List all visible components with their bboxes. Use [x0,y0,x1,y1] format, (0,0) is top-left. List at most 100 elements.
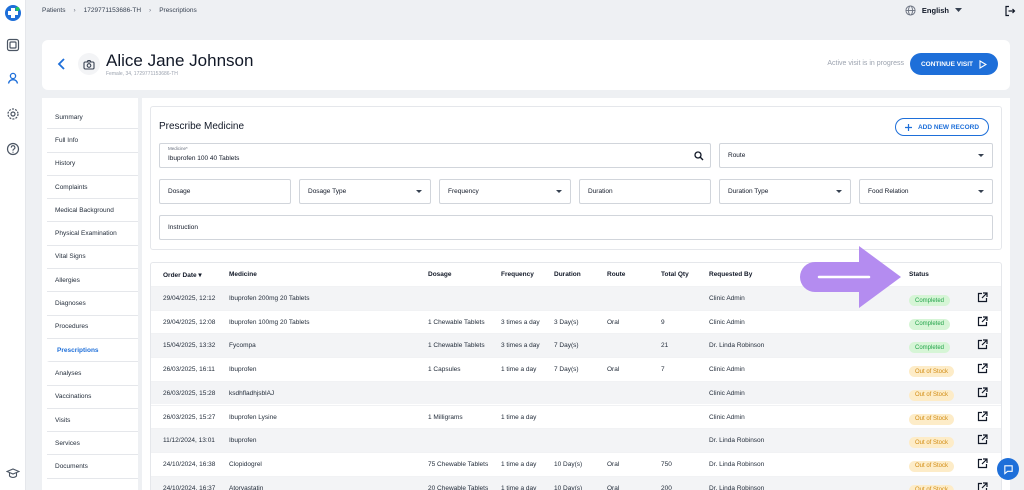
chevron-down-icon [978,154,984,157]
patient-name: Alice Jane Johnson [106,51,254,70]
cell-date: 26/03/2025, 15:27 [163,413,216,421]
table-row[interactable]: 29/04/2025, 12:08 Ibuprofen 100mg 20 Tabl… [151,309,1001,334]
sidebar-item-allergies[interactable]: Allergies [47,269,138,293]
table-row[interactable]: 11/12/2024, 13:01 Ibuprofen Dr. Linda Robi… [151,428,1001,452]
open-external-icon[interactable] [977,481,988,490]
play-icon [979,59,987,69]
table-row[interactable]: 26/03/2025, 15:28 ksdhfladhjsblAJ Clinic A… [151,380,1001,405]
open-external-icon[interactable] [977,410,988,422]
breadcrumb-patient-id[interactable]: 1729771153686-TH [84,7,141,14]
chat-button[interactable] [997,458,1019,480]
open-external-icon[interactable] [977,292,988,303]
status-badge: Out of Stock [909,460,955,472]
route-select[interactable]: Route [719,143,993,168]
instruction-field[interactable]: Instruction [159,215,993,240]
sidebar-item-analyses[interactable]: Analyses [47,362,138,386]
header-total-qty: Total Qty [661,271,689,278]
sidebar-item-diagnoses[interactable]: Diagnoses [47,292,138,316]
app-logo-icon[interactable] [4,4,22,22]
help-icon[interactable] [6,142,20,156]
breadcrumb-patients[interactable]: Patients [42,7,66,14]
sidebar-item-full-info[interactable]: Full Info [47,129,138,153]
open-external-icon[interactable] [977,339,988,350]
duration-placeholder: Duration [588,188,613,195]
settings-icon[interactable] [6,107,20,121]
cell-by: Dr. Linda Robinson [709,460,765,468]
add-new-record-button[interactable]: ADD NEW RECORD [895,118,989,136]
dashboard-icon[interactable] [6,38,20,52]
cell-frequency: 3 times a day [501,318,540,326]
cell-by: Dr. Linda Robinson [709,484,765,490]
status-badge: Completed [909,318,951,330]
continue-visit-button[interactable]: CONTINUE VISIT [910,53,998,75]
cell-date: 11/12/2024, 13:01 [163,437,215,445]
duration-field[interactable]: Duration [579,179,711,204]
cell-medicine: Ibuprofen Lysine [229,413,277,421]
dosage-field[interactable]: Dosage [159,179,291,204]
sidebar-item-documents[interactable]: Documents [47,455,138,479]
back-arrow-icon[interactable] [56,57,68,71]
table-row[interactable]: 15/04/2025, 13:32 Fycompa 1 Chewable Table… [151,333,1001,358]
duration-type-select[interactable]: Duration Type [719,179,851,204]
open-external-icon[interactable] [977,363,988,374]
frequency-select[interactable]: Frequency [439,179,571,204]
plus-icon [904,123,912,131]
open-external-icon[interactable] [977,316,988,327]
graduation-cap-icon[interactable] [6,466,20,480]
patient-subtitle: Female, 34, 1729771153686-TH [106,71,178,77]
chat-icon [1003,464,1013,475]
cell-route: Oral [607,460,620,468]
patients-icon[interactable] [6,71,20,85]
sidebar-item-history[interactable]: History [47,153,138,176]
left-rail [0,0,26,490]
route-placeholder: Route [728,152,746,159]
sidebar-item-prescriptions[interactable]: Prescriptions [47,338,138,363]
cell-route: Oral [607,318,620,326]
header-order-date-label: Order Date [163,272,197,279]
sidebar-item-complaints[interactable]: Complaints [47,176,138,200]
sidebar-item-services[interactable]: Services [47,432,138,456]
table-row[interactable]: 24/10/2024, 16:38 Clopidogrel 75 Chewable … [151,451,1001,476]
cell-medicine: ksdhfladhjsblAJ [229,389,275,397]
search-icon[interactable] [694,151,704,161]
status-badge: Out of Stock [909,413,955,425]
sidebar-item-vital-signs[interactable]: Vital Signs [47,246,138,270]
cell-by: Clinic Admin [709,318,745,326]
logout-icon[interactable] [1004,5,1016,17]
header-order-date[interactable]: Order Date ▾ [163,271,202,279]
cell-route: Oral [607,484,620,490]
open-external-icon[interactable] [977,434,988,445]
cell-frequency: 1 time a day [501,460,537,468]
open-external-icon[interactable] [977,387,988,398]
cell-duration: 7 Day(s) [554,366,579,374]
cell-duration: 7 Day(s) [554,342,579,350]
medicine-field[interactable]: Medicine* Ibuprofen 100 40 Tablets [159,143,711,168]
sidebar-item-visits[interactable]: Visits [47,409,138,433]
header-duration: Duration [554,271,581,278]
status-badge: Out of Stock [909,389,955,401]
continue-visit-label: CONTINUE VISIT [920,60,973,68]
food-relation-select[interactable]: Food Relation [859,179,993,204]
sidebar-item-summary[interactable]: Summary [47,106,138,130]
cell-qty: 21 [661,342,669,350]
table-row[interactable]: 24/10/2024, 16:37 Atorvastatin 20 Chewable… [151,475,1001,490]
globe-icon [905,5,916,16]
cell-medicine: Ibuprofen [229,437,257,445]
breadcrumb-current: Prescriptions [159,7,197,14]
sidebar-item-vaccinations[interactable]: Vaccinations [47,386,138,409]
open-external-icon[interactable] [977,458,988,469]
cell-duration: 10 Day(s) [554,484,583,490]
table-row[interactable]: 26/03/2025, 16:11 Ibuprofen 1 Capsules 1 ti… [151,357,1001,381]
table-row[interactable]: 26/03/2025, 15:27 Ibuprofen Lysine 1 Milli… [151,404,1001,429]
dosage-type-select[interactable]: Dosage Type [299,179,431,204]
sidebar-item-procedures[interactable]: Procedures [47,316,138,339]
cell-by: Clinic Admin [709,366,745,374]
add-new-record-label: ADD NEW RECORD [917,123,980,131]
language-selector[interactable]: English [905,5,962,16]
cell-date: 26/03/2025, 15:28 [163,389,216,397]
sidebar-item-physical-examination[interactable]: Physical Examination [47,222,138,246]
sidebar-item-medical-background[interactable]: Medical Background [47,199,138,223]
avatar[interactable] [78,53,100,75]
prescribe-form: Prescribe Medicine ADD NEW RECORD Medici… [150,106,1002,250]
status-badge: Out of Stock [909,484,955,490]
